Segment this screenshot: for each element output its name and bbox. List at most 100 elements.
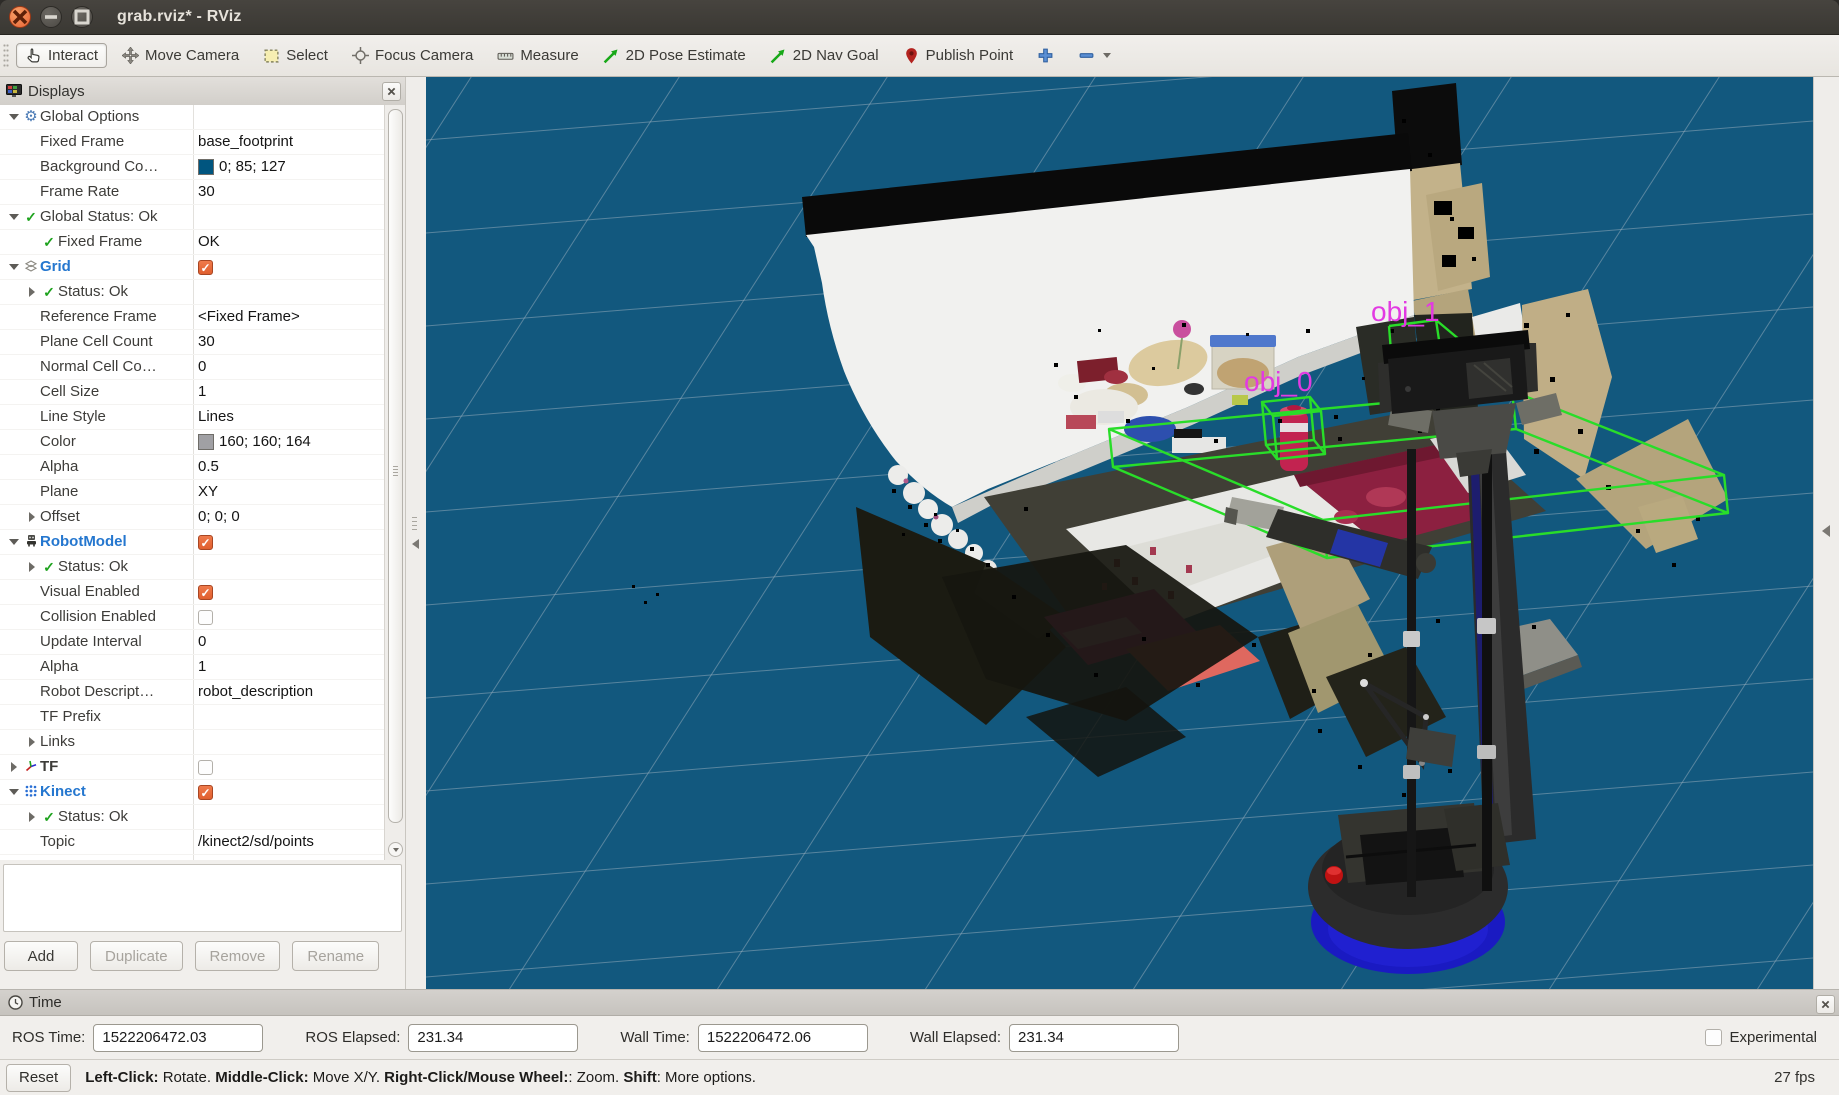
tree-row[interactable]: Alpha1	[0, 655, 385, 680]
window-titlebar[interactable]: grab.rviz* - RViz	[0, 0, 1839, 35]
tool-move-camera[interactable]: Move Camera	[113, 43, 248, 68]
ros-elapsed-input[interactable]	[408, 1024, 578, 1052]
tree-row[interactable]: Visual Enabled✓	[0, 580, 385, 605]
duplicate-button[interactable]: Duplicate	[90, 941, 183, 971]
expander-icon[interactable]	[6, 762, 22, 772]
row-label: Collision Enabled	[40, 605, 156, 629]
3d-viewport[interactable]: obj_0 obj_1	[426, 77, 1813, 989]
expander-icon[interactable]	[6, 264, 22, 270]
tree-row[interactable]: Robot Descript…robot_description	[0, 680, 385, 705]
tree-row[interactable]: Unreliable	[0, 855, 385, 860]
wall-time-input[interactable]	[698, 1024, 868, 1052]
expander-icon[interactable]	[24, 812, 40, 822]
tree-row[interactable]: Kinect✓	[0, 780, 385, 805]
row-value: 0; 85; 127	[219, 155, 286, 179]
tree-row[interactable]: Links	[0, 730, 385, 755]
row-value: Lines	[198, 405, 234, 429]
expander-icon[interactable]	[6, 539, 22, 545]
tool-remove-tool[interactable]	[1069, 43, 1120, 68]
tree-row[interactable]: Collision Enabled	[0, 605, 385, 630]
help-segment: : More options.	[657, 1069, 756, 1086]
row-checkbox[interactable]	[198, 860, 213, 861]
expander-icon[interactable]	[24, 562, 40, 572]
tool-add-tool[interactable]	[1028, 43, 1063, 68]
tree-row[interactable]: Grid ✓	[0, 255, 385, 280]
ros-time-input[interactable]	[93, 1024, 263, 1052]
tree-row[interactable]: Line StyleLines	[0, 405, 385, 430]
tool-measure[interactable]: Measure	[488, 43, 587, 68]
expander-icon[interactable]	[6, 789, 22, 795]
tree-row[interactable]: ✓Global Status: Ok	[0, 205, 385, 230]
row-checkbox[interactable]: ✓	[198, 260, 213, 275]
displays-panel-header[interactable]: Displays	[0, 77, 405, 106]
tool-interact[interactable]: Interact	[16, 43, 107, 68]
expander-icon[interactable]	[6, 214, 22, 220]
row-label: Grid	[40, 255, 71, 279]
row-checkbox[interactable]: ✓	[198, 535, 213, 550]
right-panel-splitter[interactable]	[1813, 77, 1839, 989]
tree-row[interactable]: Reference Frame<Fixed Frame>	[0, 305, 385, 330]
expander-icon[interactable]	[24, 512, 40, 522]
tree-scrollbar[interactable]	[384, 105, 405, 860]
tree-row[interactable]: Update Interval0	[0, 630, 385, 655]
close-button[interactable]	[9, 6, 31, 28]
remove-button[interactable]: Remove	[195, 941, 281, 971]
row-checkbox[interactable]	[198, 610, 213, 625]
tree-row[interactable]: ✓Status: Ok	[0, 280, 385, 305]
tree-row[interactable]: TF Prefix	[0, 705, 385, 730]
status-bar: Reset Left-Click: Rotate. Middle-Click: …	[0, 1059, 1839, 1095]
tree-row[interactable]: Frame Rate30	[0, 180, 385, 205]
row-label: Status: Ok	[58, 805, 128, 829]
row-checkbox[interactable]: ✓	[198, 585, 213, 600]
rename-button[interactable]: Rename	[292, 941, 379, 971]
toolbar-drag-handle[interactable]	[3, 43, 9, 69]
toolbar: InteractMove CameraSelectFocus CameraMea…	[0, 35, 1839, 77]
scrollbar-down-icon[interactable]	[388, 842, 403, 857]
time-close-button[interactable]	[1816, 995, 1835, 1014]
tool-2d-pose-estimate[interactable]: 2D Pose Estimate	[594, 43, 755, 68]
tree-row[interactable]: ✓Status: Ok	[0, 555, 385, 580]
tree-row[interactable]: ⚙Global Options	[0, 105, 385, 130]
row-checkbox[interactable]: ✓	[198, 785, 213, 800]
monitor-icon	[6, 84, 22, 98]
maximize-button[interactable]	[71, 6, 93, 28]
experimental-checkbox[interactable]	[1705, 1029, 1722, 1046]
add-button[interactable]: Add	[4, 941, 78, 971]
expander-icon[interactable]	[24, 287, 40, 297]
tree-row[interactable]: Topic/kinect2/sd/points	[0, 830, 385, 855]
minimize-button[interactable]	[40, 6, 62, 28]
tree-row[interactable]: Alpha0.5	[0, 455, 385, 480]
tree-row[interactable]: Fixed Framebase_footprint	[0, 130, 385, 155]
scrollbar-thumb[interactable]	[388, 109, 403, 823]
panel-splitter[interactable]	[406, 77, 426, 989]
tree-row[interactable]: Cell Size1	[0, 380, 385, 405]
experimental-option[interactable]: Experimental	[1705, 1029, 1817, 1046]
tree-row[interactable]: RobotModel✓	[0, 530, 385, 555]
tree-row[interactable]: ✓Fixed FrameOK	[0, 230, 385, 255]
status-ok-icon: ✓	[40, 555, 58, 579]
help-segment: Move X/Y.	[309, 1069, 385, 1086]
tree-row[interactable]: Color160; 160; 164	[0, 430, 385, 455]
displays-close-button[interactable]	[382, 82, 401, 101]
tool-publish-point[interactable]: Publish Point	[894, 43, 1023, 68]
time-panel-header[interactable]: Time	[0, 990, 1839, 1016]
tree-row[interactable]: PlaneXY	[0, 480, 385, 505]
tool-select[interactable]: Select	[254, 43, 337, 68]
tree-row[interactable]: Offset0; 0; 0	[0, 505, 385, 530]
expander-icon[interactable]	[24, 737, 40, 747]
tree-row[interactable]: Normal Cell Co…0	[0, 355, 385, 380]
tool-focus-camera[interactable]: Focus Camera	[343, 43, 482, 68]
row-checkbox[interactable]	[198, 760, 213, 775]
tool-2d-nav-goal[interactable]: 2D Nav Goal	[761, 43, 888, 68]
tree-row[interactable]: ✓Status: Ok	[0, 805, 385, 830]
wall-elapsed-input[interactable]	[1009, 1024, 1179, 1052]
tree-row[interactable]: Background Co…0; 85; 127	[0, 155, 385, 180]
tree-row[interactable]: Plane Cell Count30	[0, 330, 385, 355]
row-label: TF Prefix	[40, 705, 101, 729]
tool-label: 2D Nav Goal	[793, 47, 879, 64]
reset-button[interactable]: Reset	[6, 1064, 71, 1092]
tree-row[interactable]: TF	[0, 755, 385, 780]
row-label: Unreliable	[40, 855, 108, 860]
collapse-left-icon	[412, 539, 419, 549]
expander-icon[interactable]	[6, 114, 22, 120]
